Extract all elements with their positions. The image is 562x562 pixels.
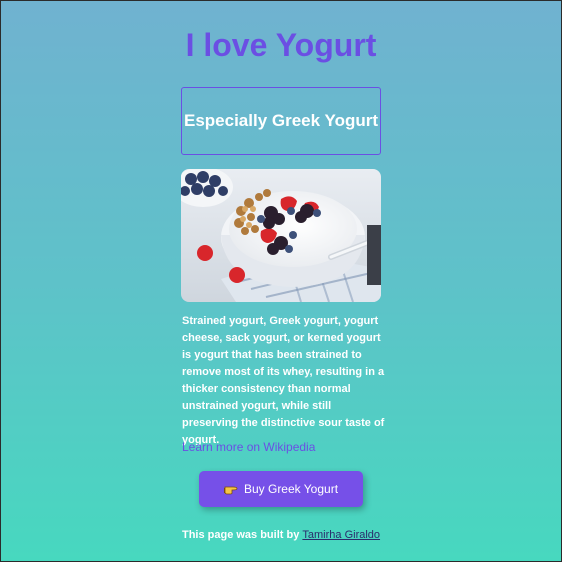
footer-prefix: This page was built by (181, 529, 303, 541)
buy-greek-yogurt-button[interactable]: Buy Greek Yogurt (199, 471, 363, 507)
subtitle-text: Especially Greek Yogurt (183, 111, 378, 130)
page-title: I love Yogurt (185, 27, 377, 63)
yogurt-bowl-image (181, 169, 381, 302)
buy-button-label: Buy Greek Yogurt (243, 482, 339, 496)
pointing-hand-icon (223, 483, 238, 495)
description-text: Strained yogurt, Greek yogurt, yogurt ch… (182, 315, 385, 446)
footer: This page was built by Tamirha Giraldo (1, 529, 561, 541)
subtitle-box: Especially Greek Yogurt (181, 87, 381, 155)
author-link[interactable]: Tamirha Giraldo (302, 529, 380, 541)
page-frame: I love Yogurt Especially Greek Yogurt St… (0, 0, 562, 562)
wikipedia-link[interactable]: Learn more on Wikipedia (182, 440, 315, 454)
